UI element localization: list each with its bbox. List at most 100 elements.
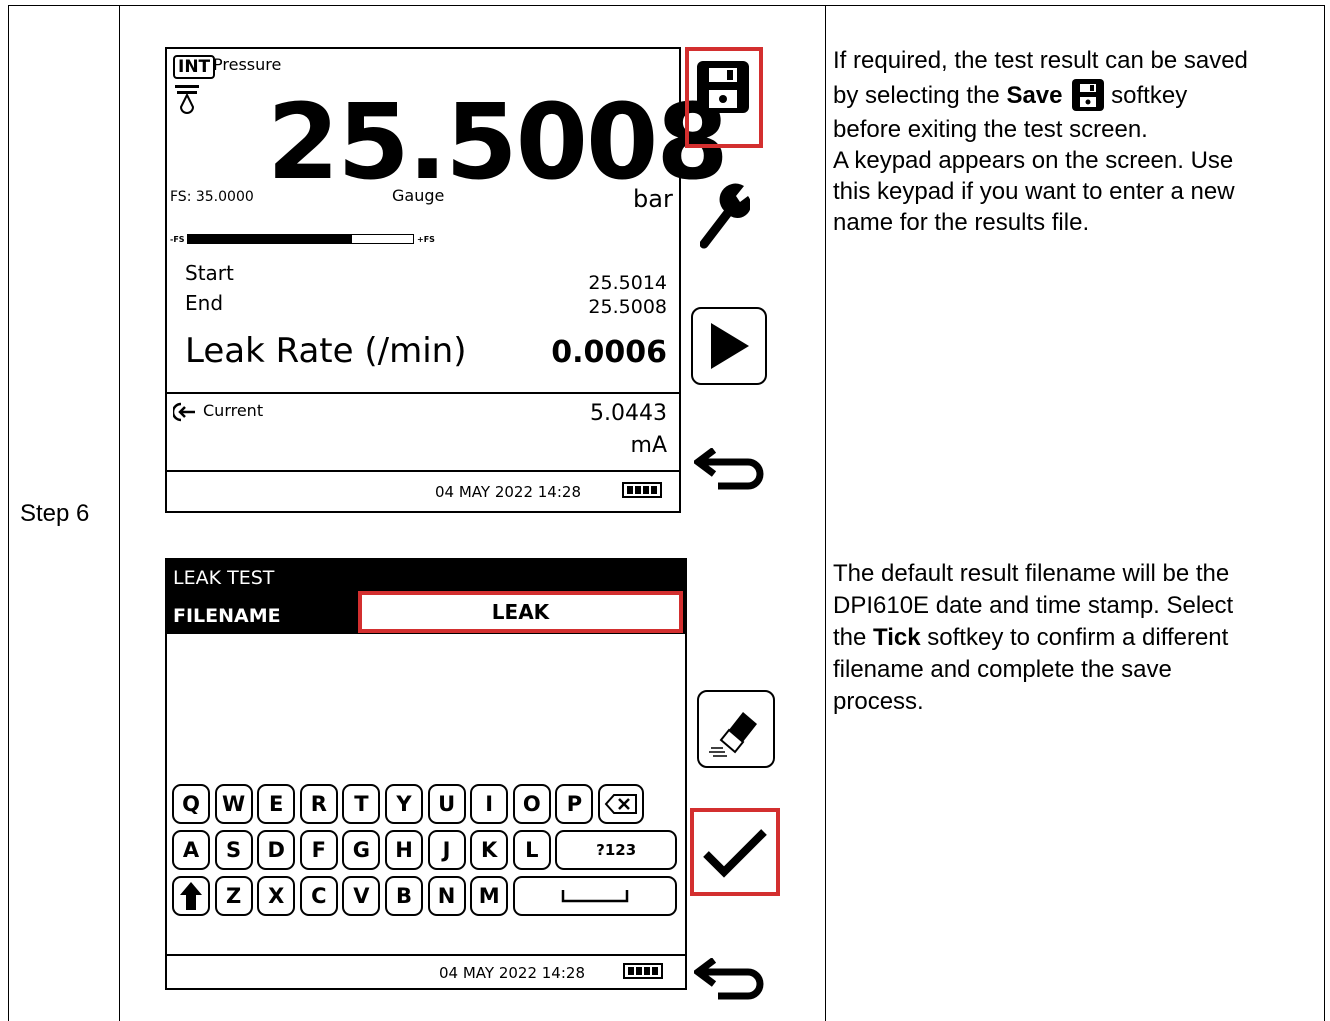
key-e[interactable]: E — [257, 784, 296, 824]
status-divider — [167, 470, 679, 472]
desc2-tick-word: Tick — [873, 624, 921, 651]
backspace-key[interactable] — [598, 784, 644, 824]
key-s[interactable]: S — [214, 830, 253, 870]
filename-label: FILENAME — [173, 605, 281, 627]
key-v[interactable]: V — [342, 876, 381, 916]
key-c[interactable]: C — [299, 876, 338, 916]
space-key[interactable] — [512, 876, 677, 916]
key-i[interactable]: I — [470, 784, 509, 824]
check-icon — [703, 829, 767, 878]
battery-icon — [623, 963, 663, 979]
desc1-line2c: softkey — [1104, 81, 1188, 109]
desc2-line4: filename and complete the save — [833, 656, 1172, 683]
key-m[interactable]: M — [470, 876, 509, 916]
tick-softkey[interactable] — [698, 816, 772, 888]
back-softkey-2[interactable] — [692, 957, 766, 1004]
unit-label: bar — [633, 185, 673, 213]
table-border-right — [1324, 5, 1325, 1021]
filename-input[interactable]: LEAK — [358, 591, 683, 633]
desc2-line5: process. — [833, 688, 924, 715]
key-z[interactable]: Z — [214, 876, 253, 916]
settings-softkey[interactable] — [699, 180, 752, 250]
desc2-line1: The default result filename will be the — [833, 560, 1230, 587]
key-x[interactable]: X — [257, 876, 296, 916]
key-p[interactable]: P — [555, 784, 594, 824]
desc1-line4: A keypad appears on the screen. Use — [833, 147, 1234, 174]
eraser-icon — [709, 712, 757, 757]
wrench-icon — [699, 183, 752, 249]
end-label: End — [185, 291, 224, 315]
key-l[interactable]: L — [512, 830, 551, 870]
key-a[interactable]: A — [172, 830, 210, 870]
return-arrow-icon — [692, 957, 764, 1000]
desc1-line5: this keypad if you want to enter a new — [833, 178, 1235, 205]
desc1-line6: name for the results file. — [833, 209, 1090, 236]
pressure-screen: INT Pressure 25.5008 FS: 35.0000 Gauge b… — [165, 47, 729, 513]
key-d[interactable]: D — [257, 830, 296, 870]
filename-value: LEAK — [491, 600, 550, 624]
current-label: Current — [203, 401, 264, 420]
keypad-screen: LEAK TEST FILENAME LEAK QWERTYUIOP ASDFGH… — [165, 558, 687, 990]
numbers-key[interactable]: ?123 — [555, 830, 677, 870]
key-f[interactable]: F — [299, 830, 338, 870]
sensor-icon — [173, 83, 201, 117]
desc2-line2: DPI610E date and time stamp. Select — [833, 592, 1234, 619]
key-o[interactable]: O — [512, 784, 551, 824]
int-badge: INT — [173, 55, 216, 79]
key-h[interactable]: H — [385, 830, 423, 870]
shift-key[interactable] — [172, 876, 210, 916]
key-w[interactable]: W — [214, 784, 253, 824]
desc1-line2a: by selecting the — [833, 81, 1007, 109]
end-value: 25.5008 — [588, 296, 667, 318]
desc2-line3c: softkey to confirm a different — [920, 624, 1229, 651]
shift-arrow-icon — [180, 882, 202, 910]
play-icon — [711, 323, 749, 369]
key-g[interactable]: G — [342, 830, 381, 870]
keyboard: Q W E R T Y U I O P A S D F G H J K L ?123 Z X C V B N M — [167, 780, 685, 950]
save-icon — [697, 61, 749, 113]
pressure-reading: 25.5008 — [267, 81, 729, 203]
step-label: Step 6 — [20, 500, 90, 527]
start-label: Start — [185, 261, 234, 285]
backspace-icon — [604, 794, 637, 814]
save-softkey[interactable] — [694, 58, 752, 116]
back-softkey[interactable] — [692, 447, 766, 494]
status-datetime: 04 MAY 2022 14:28 — [435, 483, 581, 501]
play-softkey[interactable] — [691, 307, 767, 385]
desc1-line1: If required, the test result can be save… — [833, 47, 1248, 74]
key-n[interactable]: N — [427, 876, 466, 916]
return-arrow-icon — [692, 447, 764, 490]
key-b[interactable]: B — [385, 876, 423, 916]
table-divider-1 — [119, 5, 120, 1021]
fs-label: FS: 35.0000 — [170, 189, 254, 205]
range-min: -FS — [170, 235, 185, 244]
current-unit: mA — [630, 433, 667, 458]
key-u[interactable]: U — [427, 784, 466, 824]
key-r[interactable]: R — [299, 784, 338, 824]
desc1-save-word: Save — [1006, 81, 1063, 109]
divider — [167, 392, 679, 394]
key-y[interactable]: Y — [385, 784, 423, 824]
clear-softkey[interactable] — [697, 690, 775, 768]
range-bar-fill — [188, 235, 353, 243]
current-value: 5.0443 — [590, 401, 667, 426]
range-max: +FS — [417, 235, 435, 244]
status-divider — [167, 954, 685, 956]
gauge-label: Gauge — [392, 186, 445, 205]
key-j[interactable]: J — [427, 830, 466, 870]
key-t[interactable]: T — [342, 784, 381, 824]
leak-rate-value: 0.0006 — [551, 335, 667, 370]
description-filename: The default result filename will be the … — [833, 558, 1323, 718]
mode-label: Pressure — [213, 55, 282, 74]
leak-rate-label: Leak Rate (/min) — [185, 331, 467, 371]
current-input-icon — [171, 401, 197, 423]
key-k[interactable]: K — [470, 830, 509, 870]
screen-title: LEAK TEST — [173, 567, 275, 589]
inline-save-icon — [1071, 78, 1105, 112]
status-datetime: 04 MAY 2022 14:28 — [439, 964, 585, 982]
table-divider-2 — [825, 5, 826, 1021]
description-save: If required, the test result can be save… — [833, 45, 1323, 238]
table-border-top — [8, 5, 1325, 6]
key-q[interactable]: Q — [172, 784, 210, 824]
range-bar — [187, 234, 414, 244]
